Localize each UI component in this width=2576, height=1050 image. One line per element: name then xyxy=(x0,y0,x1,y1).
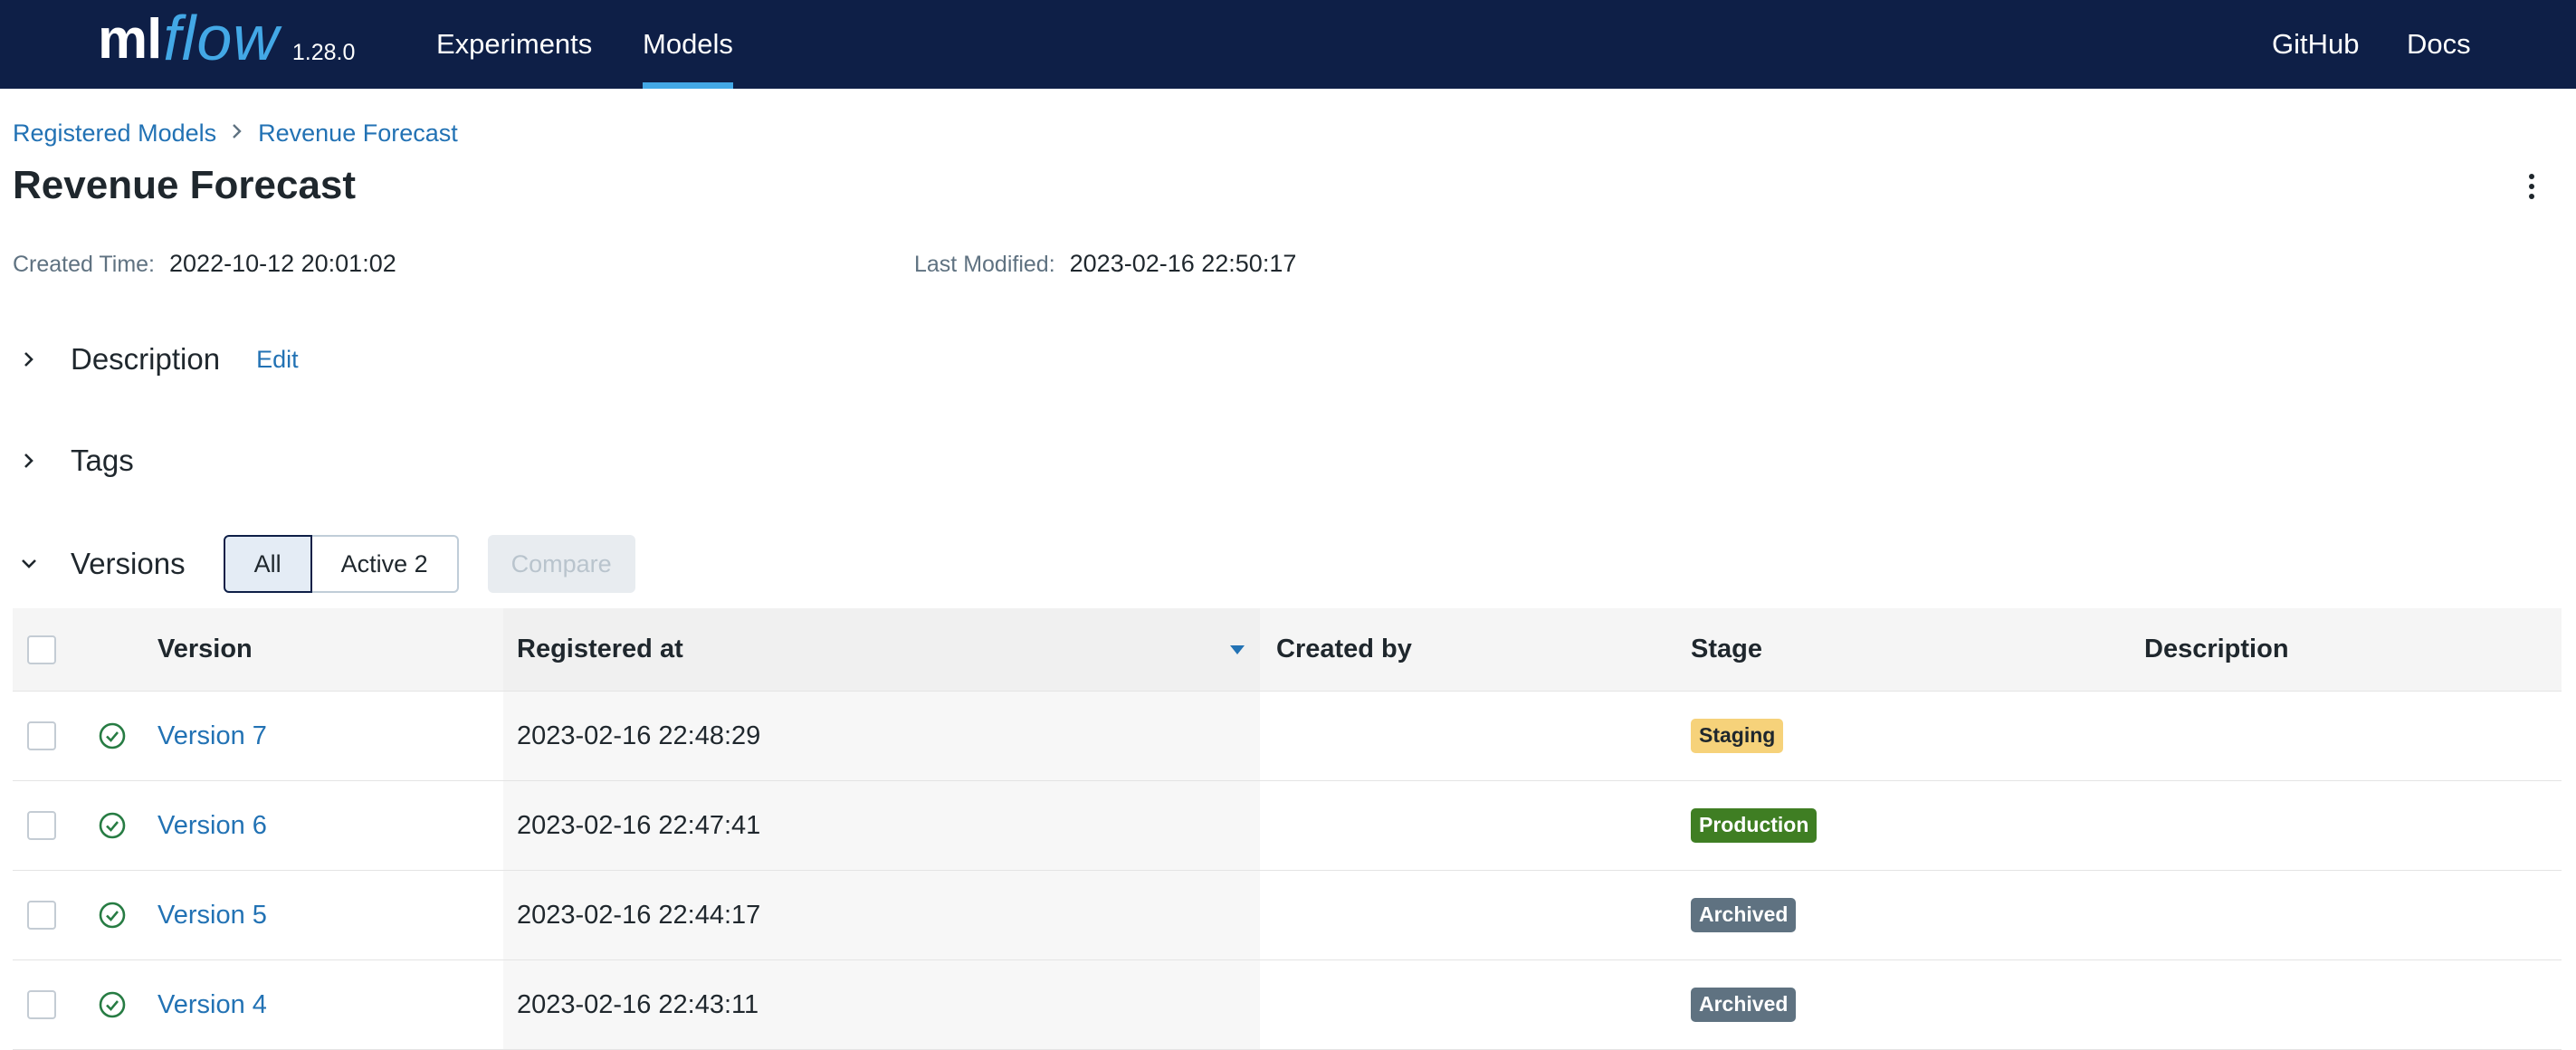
created-time: Created Time: 2022-10-12 20:01:02 xyxy=(13,250,396,278)
status-ready-icon xyxy=(98,692,127,780)
chevron-right-icon[interactable] xyxy=(20,350,38,368)
registered-at: 2023-02-16 22:47:41 xyxy=(517,810,761,840)
versions-title[interactable]: Versions xyxy=(71,547,186,581)
registered-at: 2023-02-16 22:48:29 xyxy=(517,721,761,750)
chevron-down-icon[interactable] xyxy=(20,555,38,573)
version-link[interactable]: Version 4 xyxy=(157,960,267,1049)
registered-at: 2023-02-16 22:43:11 xyxy=(517,989,759,1019)
chevron-right-icon xyxy=(231,121,243,147)
compare-button[interactable]: Compare xyxy=(487,535,635,593)
page-title: Revenue Forecast xyxy=(13,163,357,207)
version-link[interactable]: Version 6 xyxy=(157,781,267,870)
description-section-header: Description Edit xyxy=(20,342,299,377)
sort-desc-icon[interactable] xyxy=(1230,608,1245,691)
table-row: Version 7 2023-02-16 22:48:29 Staging xyxy=(13,692,2562,781)
description-edit-link[interactable]: Edit xyxy=(256,346,299,374)
row-checkbox[interactable] xyxy=(27,721,56,750)
more-options-icon[interactable] xyxy=(2524,170,2540,203)
table-row: Version 5 2023-02-16 22:44:17 Archived xyxy=(13,871,2562,960)
tags-section-header: Tags xyxy=(20,444,134,478)
col-description[interactable]: Description xyxy=(2144,608,2289,691)
stage-badge: Production xyxy=(1691,808,1818,843)
col-created-by[interactable]: Created by xyxy=(1276,608,1412,691)
mlflow-logo[interactable]: ml flow 1.28.0 xyxy=(98,0,355,89)
stage-badge: Archived xyxy=(1691,988,1797,1022)
select-all-checkbox[interactable] xyxy=(27,635,56,664)
stage-cell: Archived xyxy=(1691,871,1797,959)
tags-title[interactable]: Tags xyxy=(71,444,134,478)
logo-flow-text: flow xyxy=(163,3,280,73)
last-modified-value: 2023-02-16 22:50:17 xyxy=(1069,250,1297,277)
registered-at: 2023-02-16 22:44:17 xyxy=(517,900,761,930)
row-checkbox[interactable] xyxy=(27,811,56,840)
versions-table: Version Registered at Created by Stage D… xyxy=(13,608,2562,1050)
status-ready-icon xyxy=(98,871,127,959)
created-time-value: 2022-10-12 20:01:02 xyxy=(169,250,396,277)
nav-experiments[interactable]: Experiments xyxy=(436,0,592,89)
stage-cell: Production xyxy=(1691,781,1818,870)
nav-github[interactable]: GitHub xyxy=(2272,0,2359,89)
last-modified-label: Last Modified: xyxy=(914,252,1055,277)
filter-active-button[interactable]: Active 2 xyxy=(311,535,459,593)
select-all-checkbox-cell xyxy=(27,608,56,691)
table-row: Version 4 2023-02-16 22:43:11 Archived xyxy=(13,960,2562,1050)
row-checkbox[interactable] xyxy=(27,901,56,930)
status-ready-icon xyxy=(98,960,127,1049)
chevron-right-icon[interactable] xyxy=(20,452,38,470)
stage-badge: Archived xyxy=(1691,898,1797,932)
col-registered-at[interactable]: Registered at xyxy=(517,608,683,691)
stage-cell: Archived xyxy=(1691,960,1797,1049)
nav-docs[interactable]: Docs xyxy=(2407,0,2471,89)
col-stage[interactable]: Stage xyxy=(1691,608,1762,691)
version-filter-segmented: All Active 2 xyxy=(223,535,459,593)
logo-ml-text: ml xyxy=(98,8,162,71)
stage-cell: Staging xyxy=(1691,692,1784,780)
row-checkbox[interactable] xyxy=(27,990,56,1019)
created-time-label: Created Time: xyxy=(13,252,156,277)
table-row: Version 6 2023-02-16 22:47:41 Production xyxy=(13,781,2562,871)
breadcrumb: Registered Models Revenue Forecast xyxy=(13,119,458,148)
col-version[interactable]: Version xyxy=(157,608,253,691)
version-link[interactable]: Version 7 xyxy=(157,692,267,780)
top-navbar: ml flow 1.28.0 Experiments Models GitHub… xyxy=(0,0,2576,89)
status-ready-icon xyxy=(98,781,127,870)
filter-all-button[interactable]: All xyxy=(223,535,312,593)
nav-models[interactable]: Models xyxy=(643,0,733,89)
versions-section-header: Versions All Active 2 Compare xyxy=(20,535,635,593)
last-modified: Last Modified: 2023-02-16 22:50:17 xyxy=(914,250,1296,278)
breadcrumb-current-model[interactable]: Revenue Forecast xyxy=(258,119,458,148)
mlflow-version: 1.28.0 xyxy=(291,39,356,65)
description-title[interactable]: Description xyxy=(71,342,220,377)
breadcrumb-registered-models[interactable]: Registered Models xyxy=(13,119,216,148)
table-header: Version Registered at Created by Stage D… xyxy=(13,608,2562,692)
stage-badge: Staging xyxy=(1691,719,1784,753)
version-link[interactable]: Version 5 xyxy=(157,871,267,959)
